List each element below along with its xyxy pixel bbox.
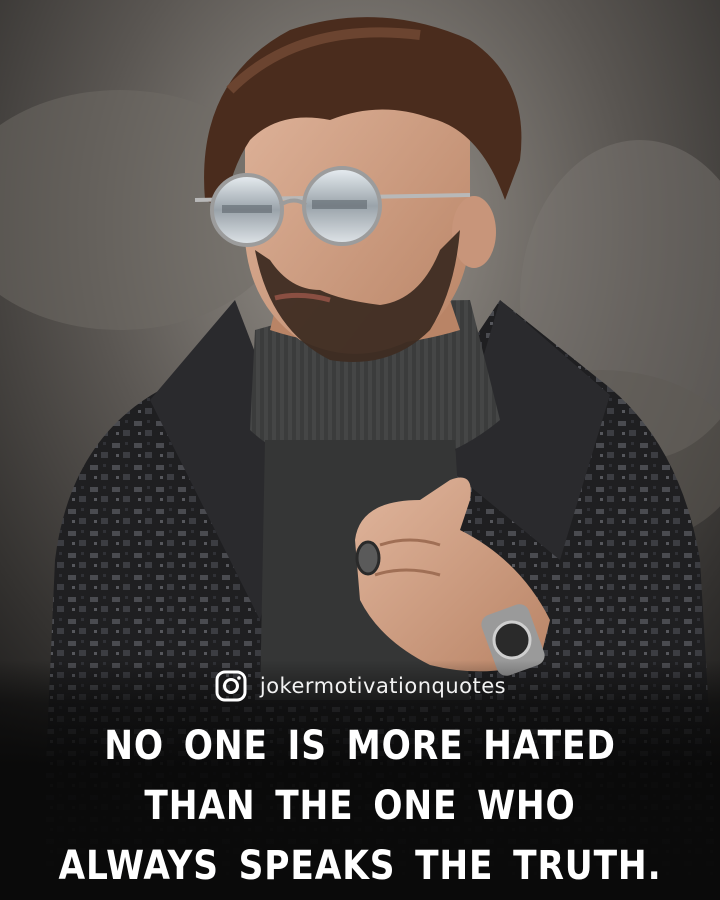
instagram-icon (215, 670, 247, 702)
quote-text: NO ONE IS MORE HATED THAN THE ONE WHO AL… (50, 716, 669, 896)
quote-line-2: THAN THE ONE WHO (144, 783, 576, 829)
quote-line-3: ALWAYS SPEAKS THE TRUTH. (58, 843, 662, 889)
quote-poster: jokermotivationquotes NO ONE IS MORE HAT… (0, 0, 720, 900)
quote-line-1: NO ONE IS MORE HATED (104, 723, 616, 769)
social-handle: jokermotivationquotes (0, 666, 720, 706)
instagram-handle: jokermotivationquotes (259, 674, 507, 698)
